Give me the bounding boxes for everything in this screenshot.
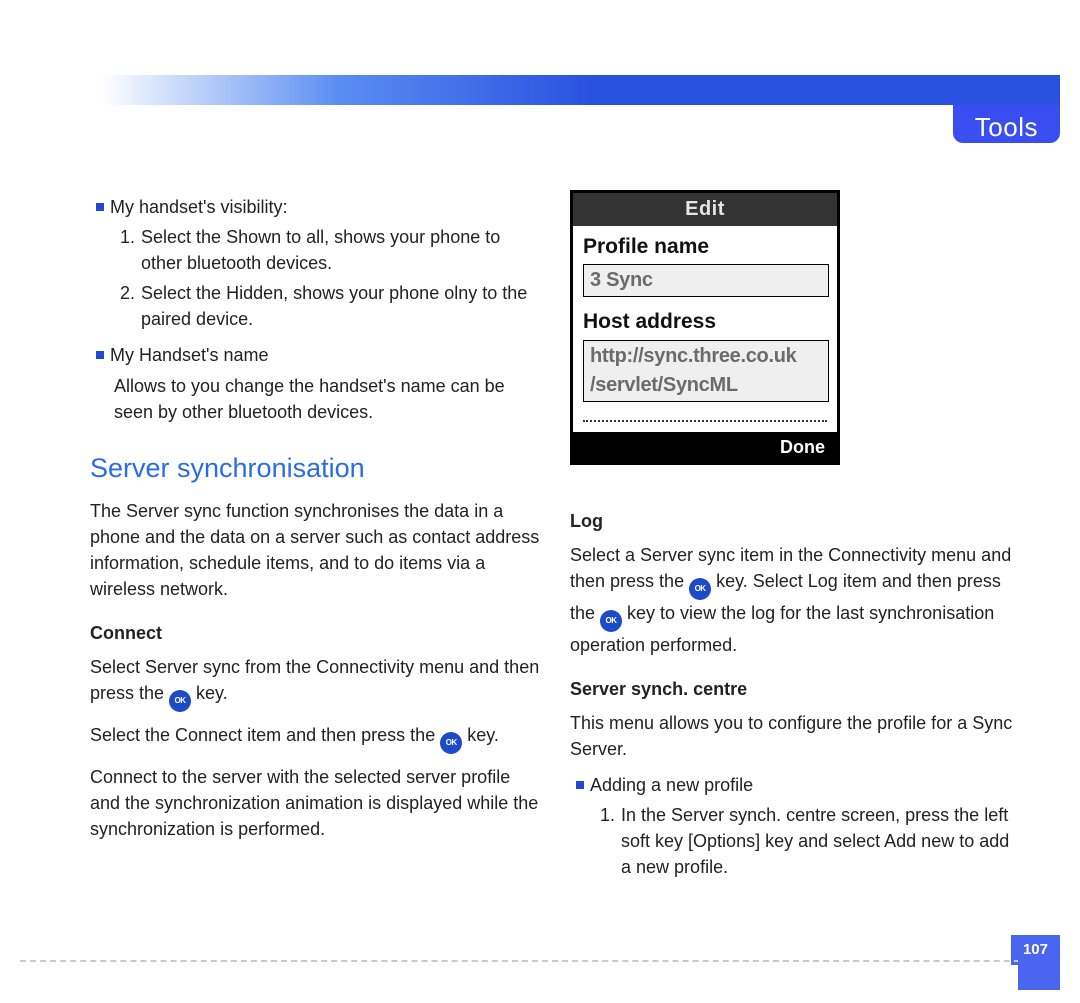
- ssc-desc: This menu allows you to configure the pr…: [570, 710, 1020, 762]
- bullet-add-profile: Adding a new profile: [576, 772, 1020, 798]
- log-heading: Log: [570, 508, 1020, 534]
- add-profile-ordered-list: 1.In the Server synch. centre screen, pr…: [600, 802, 1020, 880]
- profile-name-field[interactable]: 3 Sync: [583, 264, 829, 297]
- dotted-divider-icon: [583, 420, 827, 422]
- log-paragraph: Select a Server sync item in the Connect…: [570, 542, 1020, 658]
- side-color-tab: [1018, 960, 1060, 990]
- visibility-ordered-list: 1.Select the Shown to all, shows your ph…: [120, 224, 540, 332]
- connect-p1-b: key.: [191, 683, 228, 703]
- connect-p2-b: key.: [462, 725, 499, 745]
- connect-p1-a: Select Server sync from the Connectivity…: [90, 657, 539, 703]
- phone-title-bar: Edit: [573, 193, 837, 226]
- host-address-label: Host address: [583, 307, 829, 337]
- connect-heading: Connect: [90, 620, 540, 646]
- ssc-heading: Server synch. centre: [570, 676, 1020, 702]
- ok-key-icon: OK: [600, 610, 622, 632]
- log-c: key to view the log for the last synchro…: [570, 603, 994, 655]
- bullet-handset-name: My Handset's name: [96, 342, 540, 368]
- list-text: In the Server synch. centre screen, pres…: [621, 802, 1020, 880]
- connect-p3: Connect to the server with the selected …: [90, 764, 540, 842]
- list-text: Select the Hidden, shows your phone olny…: [141, 280, 540, 332]
- connect-p1: Select Server sync from the Connectivity…: [90, 654, 540, 712]
- phone-softkey-done[interactable]: Done: [573, 432, 837, 462]
- ok-key-icon: OK: [440, 732, 462, 754]
- ok-key-icon: OK: [689, 578, 711, 600]
- square-bullet-icon: [96, 351, 104, 359]
- list-item: 1.Select the Shown to all, shows your ph…: [120, 224, 540, 276]
- list-number: 1.: [120, 224, 135, 276]
- list-item: 1.In the Server synch. centre screen, pr…: [600, 802, 1020, 880]
- server-sync-desc: The Server sync function synchronises th…: [90, 498, 540, 602]
- list-text: Select the Shown to all, shows your phon…: [141, 224, 540, 276]
- profile-name-label: Profile name: [583, 232, 829, 262]
- footer-dashed-line: [20, 960, 1060, 962]
- host-line1: http://sync.three.co.uk: [590, 345, 796, 367]
- connect-p2: Select the Connect item and then press t…: [90, 722, 540, 754]
- bullet-add-profile-text: Adding a new profile: [590, 775, 753, 795]
- bullet-handset-text: My Handset's name: [110, 345, 269, 365]
- section-title: Tools: [953, 105, 1060, 143]
- phone-body: Profile name 3 Sync Host address http://…: [573, 226, 837, 420]
- bullet-visibility: My handset's visibility:: [96, 194, 540, 220]
- connect-p2-a: Select the Connect item and then press t…: [90, 725, 440, 745]
- header-band: [90, 75, 1060, 105]
- ok-key-icon: OK: [169, 690, 191, 712]
- server-sync-heading: Server synchronisation: [90, 449, 540, 488]
- left-column: My handset's visibility: 1.Select the Sh…: [90, 190, 540, 852]
- manual-page: Tools My handset's visibility: 1.Select …: [0, 0, 1080, 1003]
- host-line2: /servlet/SyncML: [590, 371, 822, 400]
- handset-name-desc: Allows to you change the handset's name …: [114, 373, 540, 425]
- list-item: 2.Select the Hidden, shows your phone ol…: [120, 280, 540, 332]
- host-address-field[interactable]: http://sync.three.co.uk /servlet/SyncML: [583, 340, 829, 402]
- list-number: 2.: [120, 280, 135, 332]
- bullet-visibility-text: My handset's visibility:: [110, 197, 288, 217]
- square-bullet-icon: [96, 203, 104, 211]
- phone-screen-mockup: Edit Profile name 3 Sync Host address ht…: [570, 190, 840, 465]
- square-bullet-icon: [576, 781, 584, 789]
- right-column: Log Select a Server sync item in the Con…: [570, 490, 1020, 891]
- list-number: 1.: [600, 802, 615, 880]
